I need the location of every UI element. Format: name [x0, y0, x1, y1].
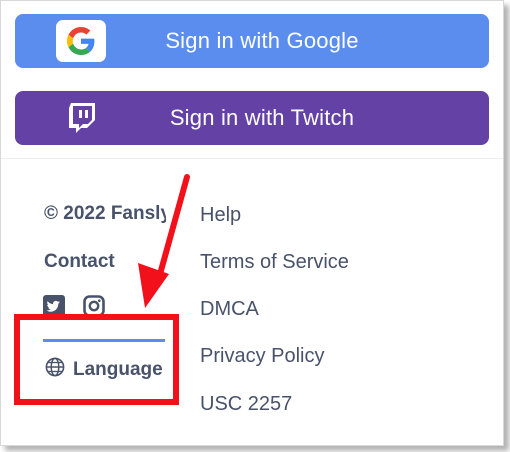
page-frame: Sign in with Google Sign in with Twitch …: [0, 0, 504, 446]
annotation-arrow-icon: [138, 174, 190, 308]
